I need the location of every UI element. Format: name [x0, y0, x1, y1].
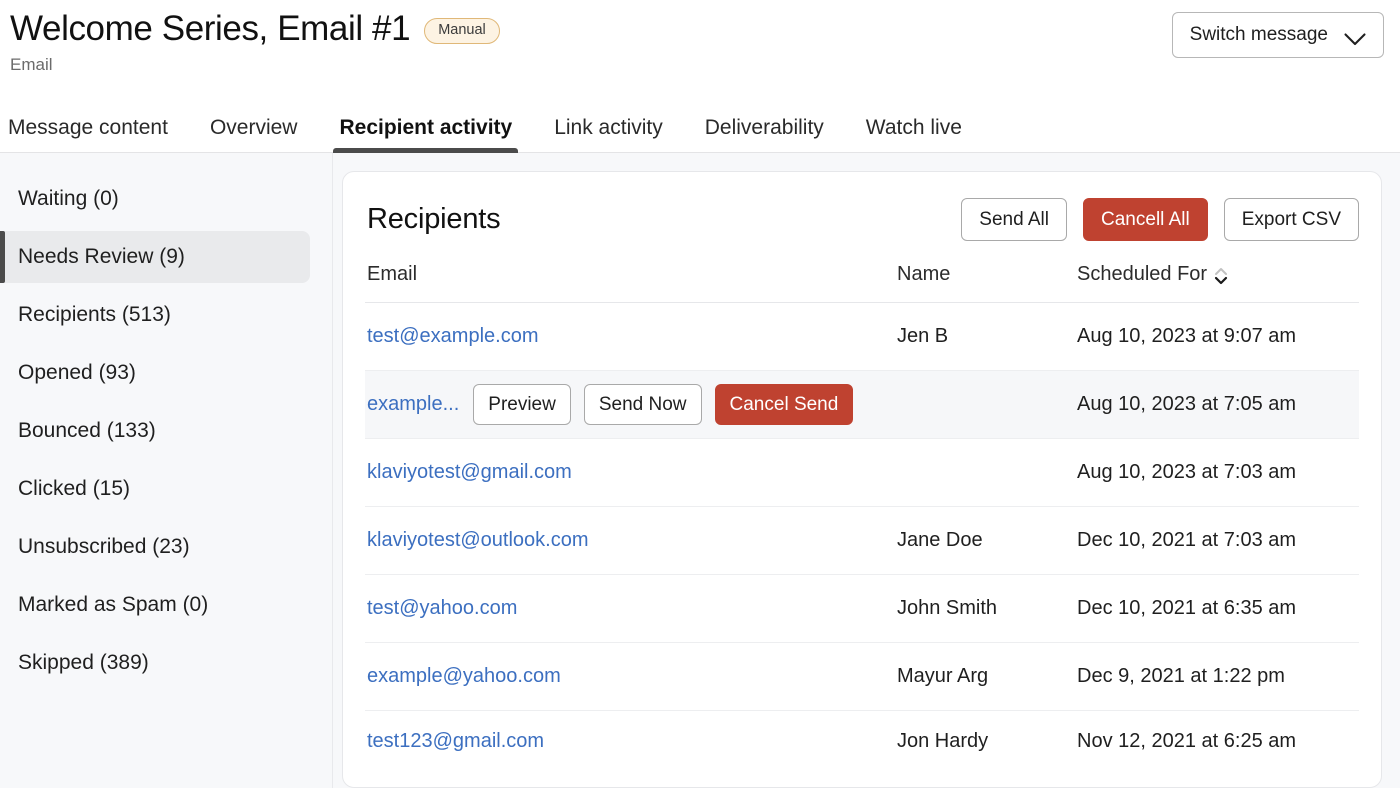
chevron-down-icon [1344, 30, 1366, 43]
tab-overview[interactable]: Overview [204, 117, 304, 152]
sidebar-item-opened[interactable]: Opened (93) [0, 347, 310, 399]
sidebar-item-label: Needs Review (9) [18, 245, 185, 269]
table-row[interactable]: klaviyotest@outlook.com Jane Doe Dec 10,… [365, 507, 1359, 575]
cell-email: klaviyotest@gmail.com [365, 439, 895, 507]
table-header-row: Email Name Scheduled For [365, 263, 1359, 303]
preview-button[interactable]: Preview [473, 384, 571, 425]
sidebar-item-needs-review[interactable]: Needs Review (9) [0, 231, 310, 283]
sidebar-item-recipients[interactable]: Recipients (513) [0, 289, 310, 341]
switch-message-button[interactable]: Switch message [1172, 12, 1384, 58]
sidebar-item-marked-as-spam[interactable]: Marked as Spam (0) [0, 579, 310, 631]
cell-scheduled-for: Aug 10, 2023 at 7:05 am [1075, 371, 1359, 439]
app-root: Welcome Series, Email #1 Manual Email Sw… [0, 0, 1400, 788]
cell-scheduled-for: Dec 10, 2021 at 6:35 am [1075, 575, 1359, 643]
table-body: test@example.com Jen B Aug 10, 2023 at 9… [365, 303, 1359, 773]
cell-email: test123@gmail.com [365, 711, 895, 773]
column-header-scheduled-for: Scheduled For [1075, 263, 1359, 303]
table-row[interactable]: klaviyotest@gmail.com Aug 10, 2023 at 7:… [365, 439, 1359, 507]
body-area: Waiting (0) Needs Review (9) Recipients … [0, 153, 1400, 788]
email-link[interactable]: test@example.com [367, 325, 538, 347]
cell-scheduled-for: Dec 9, 2021 at 1:22 pm [1075, 643, 1359, 711]
tab-message-content[interactable]: Message content [2, 117, 174, 152]
send-all-button[interactable]: Send All [961, 198, 1067, 241]
table-row[interactable]: test@example.com Jen B Aug 10, 2023 at 9… [365, 303, 1359, 371]
sidebar-item-unsubscribed[interactable]: Unsubscribed (23) [0, 521, 310, 573]
export-csv-button[interactable]: Export CSV [1224, 198, 1359, 241]
email-link[interactable]: klaviyotest@outlook.com [367, 529, 589, 551]
recipients-card: Recipients Send All Cancell All Export C… [342, 171, 1382, 788]
card-header: Recipients Send All Cancell All Export C… [365, 198, 1359, 241]
column-header-name: Name [895, 263, 1075, 303]
cell-scheduled-for: Aug 10, 2023 at 9:07 am [1075, 303, 1359, 371]
cell-name [895, 439, 1075, 507]
page-header: Welcome Series, Email #1 Manual Email Sw… [0, 0, 1400, 96]
scheduled-for-sort-toggle[interactable]: Scheduled For [1077, 263, 1228, 286]
sidebar-item-bounced[interactable]: Bounced (133) [0, 405, 310, 457]
sidebar-item-label: Clicked (15) [18, 477, 130, 501]
sidebar: Waiting (0) Needs Review (9) Recipients … [0, 153, 333, 788]
cell-scheduled-for: Dec 10, 2021 at 7:03 am [1075, 507, 1359, 575]
cell-name [895, 371, 1075, 439]
switch-message-label: Switch message [1190, 24, 1328, 46]
sidebar-item-label: Bounced (133) [18, 419, 156, 443]
email-cell-inner: example... Preview Send Now Cancel Send [367, 384, 895, 425]
email-link[interactable]: test@yahoo.com [367, 597, 517, 619]
page-title: Welcome Series, Email #1 [10, 8, 410, 49]
send-now-button[interactable]: Send Now [584, 384, 702, 425]
cell-name: Jen B [895, 303, 1075, 371]
cell-email: klaviyotest@outlook.com [365, 507, 895, 575]
card-title: Recipients [367, 203, 500, 236]
recipients-table: Email Name Scheduled For [365, 263, 1359, 773]
tab-link-activity[interactable]: Link activity [548, 117, 669, 152]
status-badge-manual: Manual [424, 18, 500, 44]
cell-email: test@example.com [365, 303, 895, 371]
cell-name: Jon Hardy [895, 711, 1075, 773]
card-wrapper: Recipients Send All Cancell All Export C… [333, 153, 1400, 788]
row-action-group: Preview Send Now Cancel Send [473, 384, 853, 425]
cell-email: example@yahoo.com [365, 643, 895, 711]
sidebar-item-label: Waiting (0) [18, 187, 119, 211]
email-link[interactable]: test123@gmail.com [367, 730, 544, 752]
tab-watch-live[interactable]: Watch live [860, 117, 968, 152]
sidebar-item-label: Unsubscribed (23) [18, 535, 190, 559]
sidebar-item-label: Skipped (389) [18, 651, 149, 675]
sidebar-item-label: Opened (93) [18, 361, 136, 385]
tab-recipient-activity[interactable]: Recipient activity [333, 117, 518, 152]
cell-email: example... Preview Send Now Cancel Send [365, 371, 895, 439]
email-link[interactable]: klaviyotest@gmail.com [367, 461, 572, 483]
sidebar-item-label: Marked as Spam (0) [18, 593, 208, 617]
sort-ascending-descending-icon [1214, 266, 1228, 286]
cell-name: John Smith [895, 575, 1075, 643]
email-link[interactable]: example@yahoo.com [367, 665, 561, 687]
column-header-label: Scheduled For [1077, 263, 1207, 286]
tab-deliverability[interactable]: Deliverability [699, 117, 830, 152]
cell-scheduled-for: Aug 10, 2023 at 7:03 am [1075, 439, 1359, 507]
cancel-send-button[interactable]: Cancel Send [715, 384, 854, 425]
email-link[interactable]: example... [367, 393, 459, 416]
table-row[interactable]: test123@gmail.com Jon Hardy Nov 12, 2021… [365, 711, 1359, 773]
card-action-group: Send All Cancell All Export CSV [961, 198, 1359, 241]
cell-name: Jane Doe [895, 507, 1075, 575]
table-head: Email Name Scheduled For [365, 263, 1359, 303]
table-row[interactable]: example@yahoo.com Mayur Arg Dec 9, 2021 … [365, 643, 1359, 711]
tab-bar: Message content Overview Recipient activ… [0, 96, 1400, 153]
sidebar-item-waiting[interactable]: Waiting (0) [0, 173, 310, 225]
table-row[interactable]: example... Preview Send Now Cancel Send … [365, 371, 1359, 439]
sidebar-item-label: Recipients (513) [18, 303, 171, 327]
sidebar-item-skipped[interactable]: Skipped (389) [0, 637, 310, 689]
cell-name: Mayur Arg [895, 643, 1075, 711]
cell-email: test@yahoo.com [365, 575, 895, 643]
cancel-all-button[interactable]: Cancell All [1083, 198, 1208, 241]
sidebar-item-clicked[interactable]: Clicked (15) [0, 463, 310, 515]
cell-scheduled-for: Nov 12, 2021 at 6:25 am [1075, 711, 1359, 773]
table-row[interactable]: test@yahoo.com John Smith Dec 10, 2021 a… [365, 575, 1359, 643]
column-header-email: Email [365, 263, 895, 303]
